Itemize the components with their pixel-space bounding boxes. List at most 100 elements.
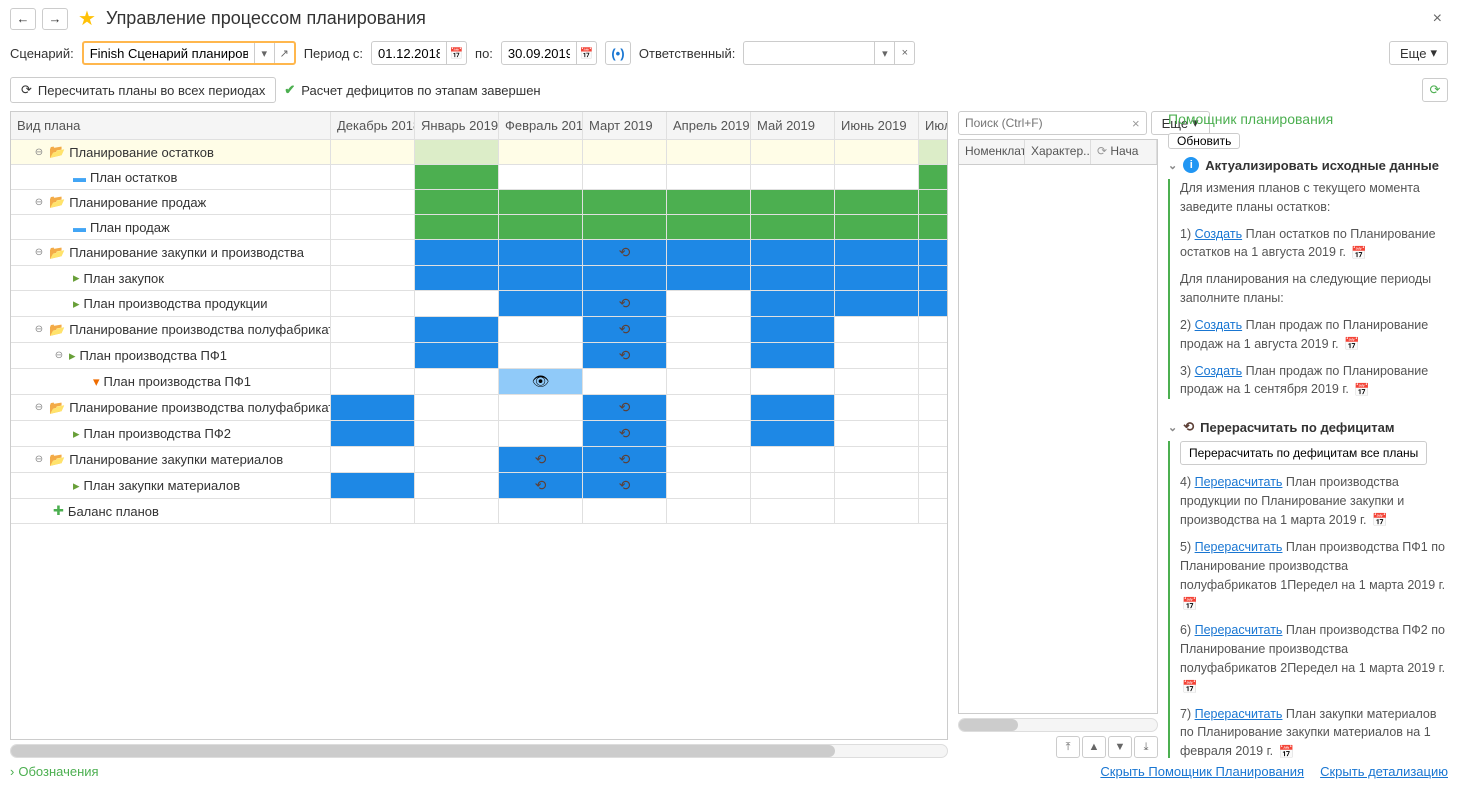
- tree-row[interactable]: ▬План продаж: [11, 215, 331, 240]
- responsible-input[interactable]: ▾ ×: [743, 41, 915, 65]
- recalc-link[interactable]: Перерасчитать: [1195, 623, 1283, 637]
- grid-cell[interactable]: ⟲: [583, 421, 667, 447]
- grid-cell[interactable]: 👁: [499, 369, 583, 395]
- grid-cell[interactable]: [415, 240, 499, 266]
- calendar-icon[interactable]: 📅: [1351, 244, 1367, 263]
- search-field[interactable]: [959, 116, 1126, 130]
- grid-cell[interactable]: [835, 266, 919, 291]
- grid-cell[interactable]: [415, 473, 499, 499]
- grid-cell[interactable]: [835, 165, 919, 190]
- period-from-field[interactable]: [372, 46, 446, 61]
- plan-grid[interactable]: Вид плана Декабрь 2018 Январь 2019 Февра…: [11, 112, 947, 524]
- grid-cell[interactable]: [835, 369, 919, 395]
- grid-cell[interactable]: [751, 240, 835, 266]
- grid-cell[interactable]: [919, 421, 948, 447]
- grid-cell[interactable]: [751, 215, 835, 240]
- col-month[interactable]: Декабрь 2018: [331, 112, 415, 140]
- grid-cell[interactable]: [583, 165, 667, 190]
- grid-cell[interactable]: [667, 215, 751, 240]
- grid-cell[interactable]: [835, 240, 919, 266]
- grid-cell[interactable]: [499, 317, 583, 343]
- collapse-icon[interactable]: ⊖: [33, 454, 45, 465]
- grid-cell[interactable]: [415, 266, 499, 291]
- dropdown-icon[interactable]: ▾: [254, 43, 274, 63]
- col-plan-type[interactable]: Вид плана: [11, 112, 331, 140]
- col-start[interactable]: ⟳ Нача: [1091, 140, 1157, 164]
- grid-cell[interactable]: [499, 421, 583, 447]
- tree-row[interactable]: ✚Баланс планов: [11, 499, 331, 524]
- more-button[interactable]: Еще ▾: [1389, 41, 1448, 65]
- recalc-link[interactable]: Перерасчитать: [1195, 475, 1283, 489]
- grid-cell[interactable]: [919, 395, 948, 421]
- assist-header-1[interactable]: ⌄ i Актуализировать исходные данные: [1168, 157, 1448, 173]
- tree-row[interactable]: ⊖📂Планирование закупки и производства: [11, 240, 331, 266]
- grid-cell[interactable]: ⟲: [583, 473, 667, 499]
- grid-cell[interactable]: [415, 140, 499, 165]
- period-from-input[interactable]: 📅: [371, 41, 467, 65]
- grid-cell[interactable]: [415, 215, 499, 240]
- hide-details-link[interactable]: Скрыть детализацию: [1320, 764, 1448, 779]
- grid-cell[interactable]: [919, 165, 948, 190]
- grid-cell[interactable]: ⟲: [499, 473, 583, 499]
- nav-first-button[interactable]: ⤒: [1056, 736, 1080, 758]
- grid-cell[interactable]: [331, 140, 415, 165]
- grid-cell[interactable]: [331, 190, 415, 215]
- grid-cell[interactable]: [919, 473, 948, 499]
- col-month[interactable]: Июнь 2019: [835, 112, 919, 140]
- grid-cell[interactable]: ⟲: [583, 343, 667, 369]
- grid-cell[interactable]: [499, 343, 583, 369]
- assist-header-2[interactable]: ⌄ ⟲ Перерасчитать по дефицитам: [1168, 419, 1448, 435]
- grid-cell[interactable]: [499, 165, 583, 190]
- tree-row[interactable]: ⊖▸План производства ПФ1: [11, 343, 331, 369]
- open-icon[interactable]: ↗: [274, 43, 294, 63]
- recalc-link[interactable]: Перерасчитать: [1195, 707, 1283, 721]
- grid-cell[interactable]: [919, 291, 948, 317]
- scenario-field[interactable]: [84, 46, 254, 61]
- grid-cell[interactable]: [415, 165, 499, 190]
- grid-cell[interactable]: ⟲: [583, 240, 667, 266]
- tree-row[interactable]: ▬План остатков: [11, 165, 331, 190]
- col-month[interactable]: Апрель 2019: [667, 112, 751, 140]
- grid-cell[interactable]: [667, 240, 751, 266]
- grid-cell[interactable]: [835, 395, 919, 421]
- calendar-icon[interactable]: 📅: [1182, 678, 1198, 697]
- grid-cell[interactable]: [919, 190, 948, 215]
- grid-cell[interactable]: [751, 343, 835, 369]
- nav-up-button[interactable]: ▲: [1082, 736, 1106, 758]
- col-nomenclature[interactable]: Номенклат...: [959, 140, 1025, 164]
- grid-cell[interactable]: [835, 499, 919, 524]
- grid-cell[interactable]: ⟲: [583, 317, 667, 343]
- grid-cell[interactable]: [667, 447, 751, 473]
- grid-cell[interactable]: [415, 499, 499, 524]
- tree-row[interactable]: ⊖📂Планирование остатков: [11, 140, 331, 165]
- grid-cell[interactable]: [499, 266, 583, 291]
- grid-cell[interactable]: [919, 317, 948, 343]
- col-characteristic[interactable]: Характер...: [1025, 140, 1091, 164]
- grid-cell[interactable]: [331, 317, 415, 343]
- nav-back-button[interactable]: ←: [10, 8, 36, 30]
- grid-cell[interactable]: [919, 266, 948, 291]
- grid-cell[interactable]: [751, 473, 835, 499]
- scenario-input[interactable]: ▾ ↗: [82, 41, 296, 65]
- detail-scrollbar[interactable]: [958, 718, 1158, 732]
- grid-cell[interactable]: [415, 317, 499, 343]
- grid-cell[interactable]: [583, 190, 667, 215]
- grid-cell[interactable]: [667, 499, 751, 524]
- grid-cell[interactable]: [499, 395, 583, 421]
- grid-cell[interactable]: [835, 447, 919, 473]
- col-month[interactable]: Март 2019: [583, 112, 667, 140]
- nav-last-button[interactable]: ⤓: [1134, 736, 1158, 758]
- collapse-icon[interactable]: ⊖: [33, 247, 45, 258]
- grid-cell[interactable]: [331, 291, 415, 317]
- grid-cell[interactable]: [751, 190, 835, 215]
- grid-cell[interactable]: [835, 190, 919, 215]
- grid-cell[interactable]: [751, 421, 835, 447]
- grid-cell[interactable]: [919, 140, 948, 165]
- grid-cell[interactable]: [667, 317, 751, 343]
- grid-cell[interactable]: [415, 447, 499, 473]
- grid-cell[interactable]: [919, 240, 948, 266]
- grid-cell[interactable]: [667, 395, 751, 421]
- grid-cell[interactable]: [667, 369, 751, 395]
- recalc-link[interactable]: Перерасчитать: [1195, 540, 1283, 554]
- clear-icon[interactable]: ×: [894, 42, 914, 64]
